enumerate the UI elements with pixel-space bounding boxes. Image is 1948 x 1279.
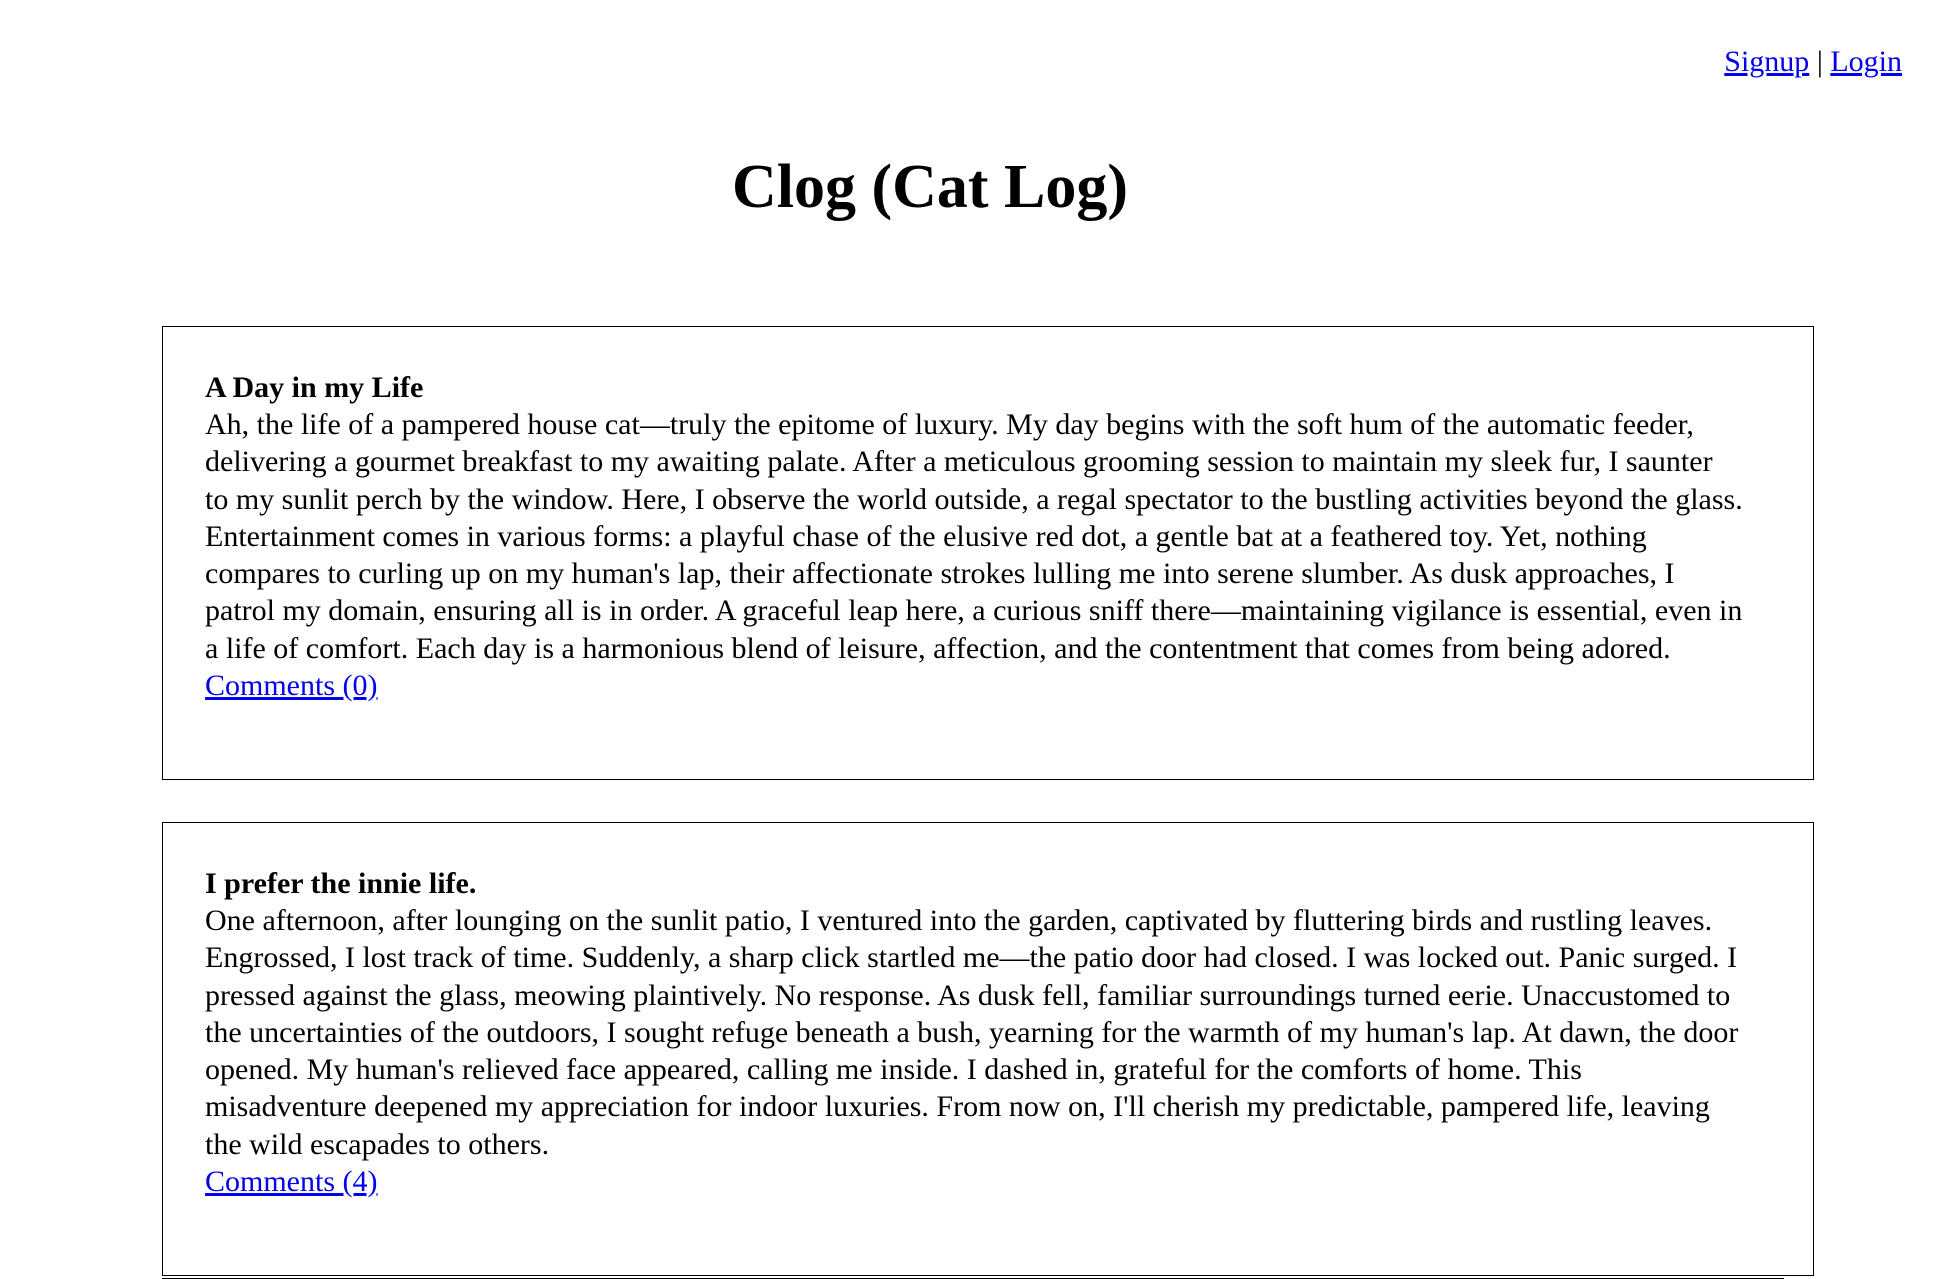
- post-title: I prefer the innie life.: [205, 867, 477, 900]
- auth-links: Signup | Login: [1724, 44, 1902, 80]
- comments-link[interactable]: Comments (0): [205, 667, 378, 704]
- signup-link[interactable]: Signup: [1724, 45, 1809, 78]
- post-card: I prefer the innie life. One afternoon, …: [162, 822, 1814, 1276]
- post-title: A Day in my Life: [205, 371, 424, 404]
- post-card: A Day in my Life Ah, the life of a pampe…: [162, 326, 1814, 780]
- comments-link[interactable]: Comments (4): [205, 1163, 378, 1200]
- post-body: Ah, the life of a pampered house cat—tru…: [205, 408, 1743, 665]
- auth-separator: |: [1816, 45, 1823, 78]
- login-link[interactable]: Login: [1830, 45, 1902, 78]
- page-title: Clog (Cat Log): [731, 153, 1129, 221]
- post-body: One afternoon, after lounging on the sun…: [205, 904, 1739, 1161]
